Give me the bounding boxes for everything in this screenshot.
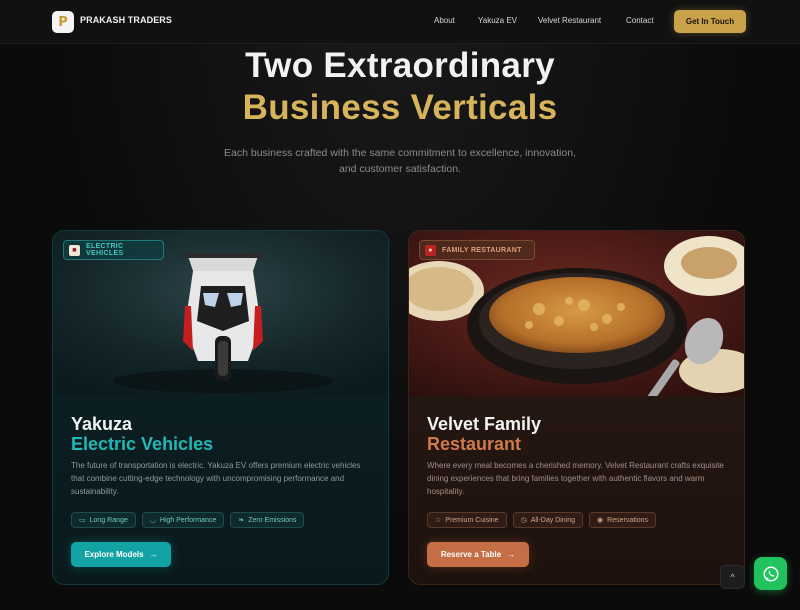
feature-chips: ☆ Premium Cuisine ◷ All-Day Dining ◉ Res… — [427, 512, 657, 528]
hero-subtitle-line1: Each business crafted with the same comm… — [224, 147, 576, 159]
category-badge: ● FAMILY RESTAURANT — [419, 240, 535, 260]
velvet-restaurant-card[interactable]: ● FAMILY RESTAURANT Velvet Family Restau… — [408, 230, 745, 585]
card-description: The future of transportation is electric… — [71, 461, 361, 496]
feature-chip: ◡ High Performance — [141, 512, 225, 528]
feature-chip-label: Premium Cuisine — [445, 516, 499, 524]
arrow-right-icon: → — [507, 550, 516, 559]
scroll-to-top-button[interactable]: ^ — [720, 565, 745, 589]
location-pin-icon: ◉ — [597, 517, 604, 524]
feature-chip-label: High Performance — [159, 516, 217, 524]
gauge-icon: ◡ — [149, 517, 156, 524]
feature-chip: ◷ All-Day Dining — [512, 512, 584, 528]
card-title: Velvet Family — [427, 414, 542, 434]
card-subtitle: Electric Vehicles — [71, 434, 214, 454]
category-badge-label: FAMILY RESTAURANT — [442, 246, 522, 254]
button-label: Explore Models — [84, 550, 144, 559]
nav-link-about[interactable]: About — [434, 16, 455, 25]
feature-chip-label: Reservations — [607, 516, 649, 524]
get-in-touch-button[interactable]: Get In Touch — [674, 10, 746, 33]
battery-icon: ▭ — [79, 517, 86, 524]
leaf-icon: ❧ — [238, 517, 245, 524]
scooter-icon: ■ — [69, 244, 80, 256]
hero-title-line1: Two Extraordinary — [245, 46, 555, 85]
dish-icon: ● — [425, 244, 436, 256]
nav-link-contact[interactable]: Contact — [626, 16, 654, 25]
whatsapp-button[interactable] — [754, 557, 787, 590]
reserve-table-button[interactable]: Reserve a Table → — [427, 542, 529, 567]
card-description: Where every meal becomes a cherished mem… — [427, 461, 724, 496]
feature-chips: ▭ Long Range ◡ High Performance ❧ Zero E… — [71, 512, 305, 528]
clock-icon: ◷ — [520, 517, 527, 524]
category-badge: ■ ELECTRIC VEHICLES — [63, 240, 164, 260]
hero-subtitle: Each business crafted with the same comm… — [200, 145, 600, 177]
category-badge-label: ELECTRIC VEHICLES — [86, 243, 124, 257]
yakuza-ev-card[interactable]: ■ ELECTRIC VEHICLES Yakuza Electric Vehi… — [52, 230, 389, 585]
whatsapp-icon — [763, 566, 778, 581]
nav-link-yakuza-ev[interactable]: Yakuza EV — [478, 16, 517, 25]
brand-name[interactable]: PRAKASH TRADERS — [80, 15, 172, 25]
feature-chip: ▭ Long Range — [71, 512, 136, 528]
card-subtitle: Restaurant — [427, 434, 522, 454]
button-label: Reserve a Table — [440, 550, 502, 559]
chevron-up-icon: ^ — [730, 572, 735, 582]
feature-chip: ❧ Zero Emissions — [230, 512, 305, 528]
feature-chip-label: All-Day Dining — [530, 516, 576, 524]
hero-subtitle-line2: and customer satisfaction. — [339, 163, 461, 175]
navbar: P PRAKASH TRADERS About Yakuza EV Velvet… — [0, 0, 800, 44]
nav-link-velvet-restaurant[interactable]: Velvet Restaurant — [538, 16, 601, 25]
arrow-right-icon: → — [149, 550, 158, 559]
brand-logo[interactable]: P — [52, 11, 74, 33]
star-icon: ☆ — [435, 517, 442, 524]
card-title: Yakuza — [71, 414, 133, 434]
hero-title-line2: Business Verticals — [242, 88, 558, 127]
feature-chip-label: Zero Emissions — [248, 516, 297, 524]
explore-models-button[interactable]: Explore Models → — [71, 542, 171, 567]
feature-chip: ◉ Reservations — [589, 512, 657, 528]
feature-chip-label: Long Range — [89, 516, 128, 524]
feature-chip: ☆ Premium Cuisine — [427, 512, 507, 528]
